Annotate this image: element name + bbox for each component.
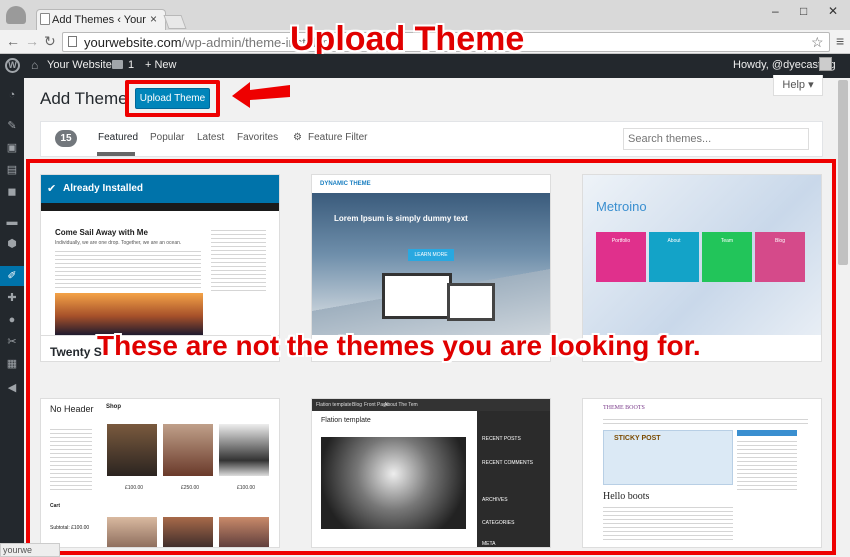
page-icon (40, 13, 50, 25)
active-tab-indicator (97, 152, 135, 156)
upload-button-highlight (125, 80, 220, 117)
tab-favorites[interactable]: Favorites (237, 132, 278, 143)
back-icon[interactable]: ← (6, 33, 20, 49)
posts-pin-icon[interactable]: ✎ (6, 120, 18, 132)
woocommerce-icon[interactable]: ▬ (6, 216, 18, 228)
site-name-link[interactable]: Your Website (47, 59, 112, 71)
browser-menu-icon[interactable]: ≡ (836, 33, 844, 49)
window-close-icon[interactable]: ✕ (828, 4, 838, 18)
browser-profile-icon[interactable] (6, 6, 26, 24)
reload-icon[interactable]: ↻ (44, 33, 56, 50)
annotation-not-the-themes: These are not the themes you are looking… (97, 330, 701, 361)
gear-icon[interactable]: ⚙ (293, 132, 302, 143)
pages-icon[interactable]: ▤ (6, 164, 18, 176)
products-icon[interactable]: ⬢ (6, 238, 18, 250)
comments-count: 1 (128, 59, 135, 71)
comments-icon[interactable] (112, 60, 123, 69)
tools-wrench-icon[interactable]: ✂ (6, 336, 18, 348)
search-themes-input[interactable] (623, 128, 809, 150)
help-tab-button[interactable]: Help ▾ (773, 75, 823, 96)
page-scrollbar[interactable] (838, 80, 848, 265)
collapse-menu-icon[interactable]: ◀ (6, 382, 18, 394)
new-content-link[interactable]: + New (145, 59, 177, 71)
minimize-icon[interactable]: – (772, 4, 779, 18)
page-title: Add Theme (40, 89, 128, 108)
forward-icon[interactable]: → (25, 33, 39, 49)
theme-count-badge: 15 (55, 130, 77, 147)
annotation-arrow (232, 82, 290, 108)
tab-latest[interactable]: Latest (197, 132, 224, 143)
media-icon[interactable]: ▣ (6, 142, 18, 154)
bookmark-star-icon[interactable]: ☆ (811, 34, 824, 51)
page-info-icon (68, 36, 77, 47)
tab-close-icon[interactable]: × (150, 12, 157, 26)
comments-menu-icon[interactable]: ◼ (6, 186, 18, 198)
settings-icon[interactable]: ▦ (6, 358, 18, 370)
wordpress-logo-icon[interactable]: W (5, 58, 20, 73)
avatar[interactable] (819, 57, 832, 71)
feature-filter-button[interactable]: Feature Filter (308, 132, 367, 143)
appearance-brush-icon[interactable]: ✐ (6, 270, 18, 282)
tab-popular[interactable]: Popular (150, 132, 184, 143)
tab-featured[interactable]: Featured (98, 132, 138, 143)
users-icon[interactable]: ● (6, 314, 18, 326)
url-host: yourwebsite.com (84, 35, 182, 50)
home-icon: ⌂ (31, 58, 39, 72)
plugins-icon[interactable]: ✚ (6, 292, 18, 304)
dashboard-icon[interactable]: ◔ (6, 89, 18, 101)
browser-status-text: yourwe (0, 543, 60, 557)
tab-title: Add Themes ‹ Your Website (52, 14, 146, 26)
maximize-icon[interactable]: □ (800, 4, 807, 18)
